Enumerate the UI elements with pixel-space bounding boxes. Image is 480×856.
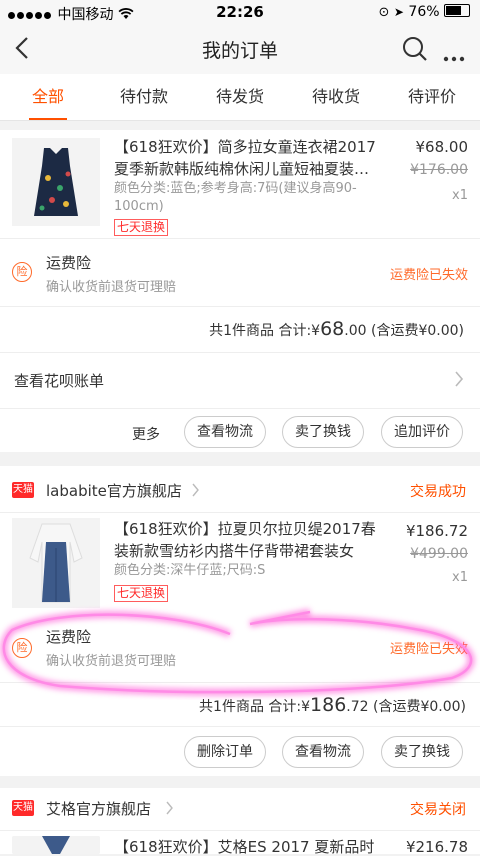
product-price: ¥68.00 — [415, 138, 469, 156]
more-icon[interactable] — [443, 47, 465, 66]
product-title[interactable]: 【618狂欢价】拉夏贝尔拉贝缇2017春装新款雪纺衫内搭牛仔背带裙套装女6… — [114, 518, 376, 562]
order-status: 交易关闭 — [410, 802, 466, 818]
total-suffix: (含运费¥0.00) — [366, 323, 464, 339]
divider — [0, 726, 480, 727]
divider — [0, 408, 480, 409]
battery-percent: 76% — [408, 4, 440, 20]
order-card: 天猫 艾格官方旗舰店 交易关闭 【618狂欢价】艾格ES 2017 夏新品时尚 … — [0, 788, 480, 856]
total-decimals: .00 — [344, 323, 367, 339]
order-tabs: 全部 待付款 待发货 待收货 待评价 — [0, 74, 480, 121]
tab-pending-shipment[interactable]: 待发货 — [192, 74, 288, 120]
badge-label: 七天退换 — [114, 219, 169, 236]
original-price: ¥176.00 — [410, 162, 468, 178]
view-logistics-button[interactable]: 查看物流 — [184, 416, 266, 448]
order-card: 【618狂欢价】简多拉女童连衣裙2017夏季新款韩版纯棉休闲儿童短袖夏装… 颜色… — [0, 130, 480, 452]
product-price: ¥216.78 — [405, 838, 468, 856]
tab-pending-review[interactable]: 待评价 — [384, 74, 480, 120]
chevron-right-icon — [192, 482, 200, 501]
order-status: 交易成功 — [410, 484, 466, 500]
divider — [0, 512, 480, 513]
search-icon[interactable] — [402, 36, 428, 66]
sell-for-cash-button[interactable]: 卖了换钱 — [282, 416, 364, 448]
tmall-badge: 天猫 — [12, 482, 34, 498]
product-quantity: x1 — [452, 570, 468, 585]
chevron-right-icon — [454, 371, 464, 391]
huabei-bill-label: 查看花呗账单 — [14, 372, 105, 390]
nav-bar: 我的订单 — [0, 24, 480, 74]
original-price: ¥499.00 — [410, 546, 468, 562]
product-spec: 颜色分类:蓝色;参考身高:7码(建议身高90-100cm) — [114, 181, 357, 214]
status-bar: 中国移动 22:26 ⊙ ➤ 76% — [0, 0, 480, 24]
product-quantity: x1 — [452, 188, 468, 203]
product-spec: 颜色分类:深牛仔蓝;尺码:S — [114, 563, 266, 578]
store-name[interactable]: lababite官方旗舰店 — [46, 480, 182, 501]
total-suffix: (含运费¥0.00) — [368, 699, 466, 715]
huabei-bill-row[interactable]: 查看花呗账单 — [0, 353, 480, 407]
location-icon: ➤ — [393, 5, 404, 19]
tmall-badge: 天猫 — [12, 800, 34, 816]
divider — [0, 830, 480, 831]
delete-order-button[interactable]: 删除订单 — [184, 736, 266, 768]
more-actions-button[interactable]: 更多 — [132, 424, 160, 444]
tab-pending-payment[interactable]: 待付款 — [96, 74, 192, 120]
product-price: ¥186.72 — [405, 522, 468, 540]
total-decimals: .72 — [346, 699, 369, 715]
product-title[interactable]: 【618狂欢价】简多拉女童连衣裙2017夏季新款韩版纯棉休闲儿童短袖夏装… — [114, 136, 376, 180]
total-prefix: 共1件商品 合计:¥ — [209, 323, 321, 339]
product-image[interactable] — [12, 138, 100, 226]
status-right: ⊙ ➤ 76% — [379, 4, 470, 20]
seven-day-return-badge: 七天退换 — [114, 582, 169, 602]
battery-icon — [444, 4, 470, 17]
total-amount: 68 — [320, 318, 345, 340]
insurance-icon: 险 — [12, 262, 32, 282]
chevron-right-icon — [166, 800, 174, 819]
product-image[interactable] — [12, 836, 100, 854]
tab-all[interactable]: 全部 — [0, 74, 96, 120]
add-review-button[interactable]: 追加评价 — [381, 416, 463, 448]
divider — [0, 238, 480, 239]
insurance-title: 运费险 — [46, 254, 92, 272]
insurance-status: 运费险已失效 — [389, 268, 468, 283]
view-logistics-button[interactable]: 查看物流 — [282, 736, 364, 768]
sell-for-cash-button[interactable]: 卖了换钱 — [381, 736, 463, 768]
seven-day-return-badge: 七天退换 — [114, 216, 169, 236]
total-prefix: 共1件商品 合计:¥ — [199, 699, 311, 715]
divider — [0, 306, 480, 307]
lock-rotation-icon: ⊙ — [378, 5, 390, 20]
order-total: 共1件商品 合计:¥68.00 (含运费¥0.00) — [209, 318, 464, 340]
product-title[interactable]: 【618狂欢价】艾格ES 2017 夏新品时尚 — [114, 836, 376, 854]
tab-pending-receipt[interactable]: 待收货 — [288, 74, 384, 120]
product-image[interactable] — [12, 518, 100, 608]
highlight-annotation — [0, 608, 475, 696]
store-name[interactable]: 艾格官方旗舰店 — [46, 798, 151, 819]
insurance-subtitle: 确认收货前退货可理赔 — [46, 280, 177, 295]
